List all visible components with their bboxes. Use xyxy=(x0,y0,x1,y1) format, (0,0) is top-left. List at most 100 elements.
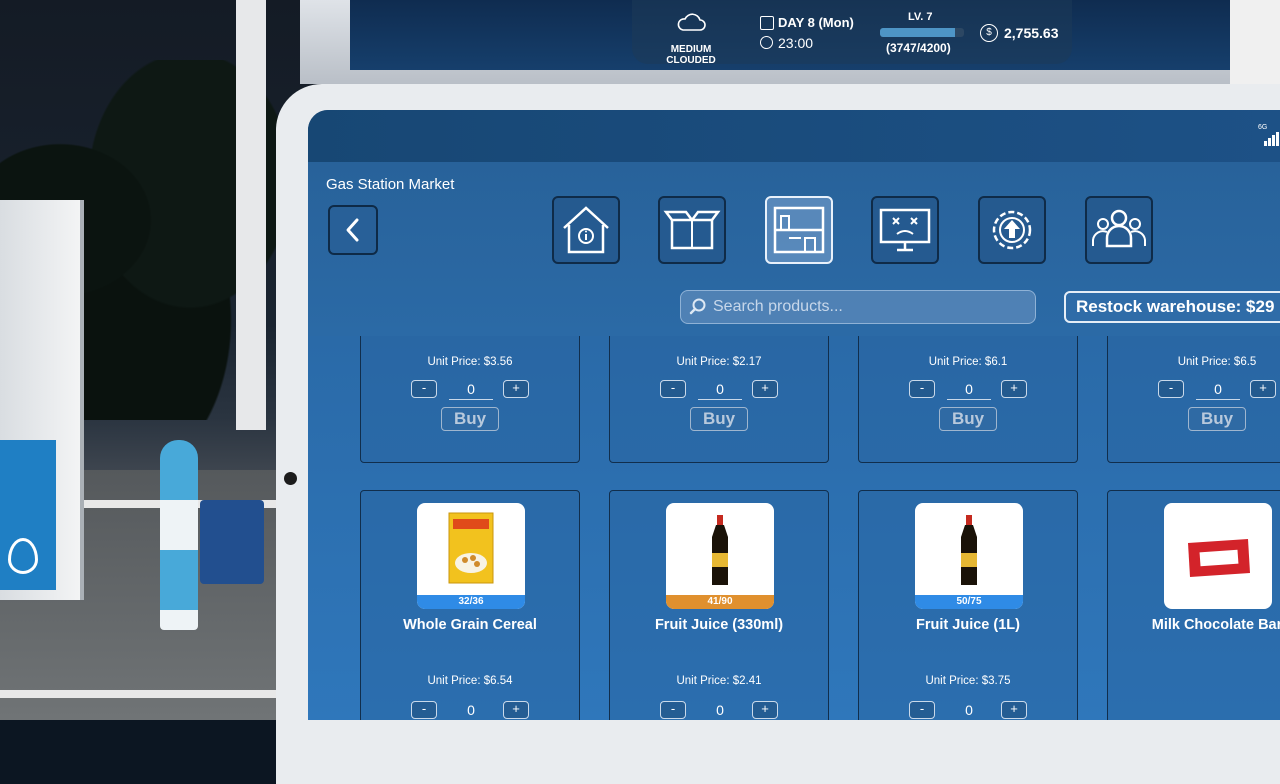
increase-qty-button[interactable]: + xyxy=(503,701,529,719)
nav-monitor-button[interactable] xyxy=(871,196,939,264)
product-name: Fruit Juice (330ml) xyxy=(654,617,784,633)
decrease-qty-button[interactable]: - xyxy=(660,380,686,398)
quantity-value[interactable]: 0 xyxy=(451,701,491,719)
canopy-post xyxy=(1230,0,1280,90)
unit-price: Unit Price: $3.75 xyxy=(925,675,1011,687)
increase-qty-button[interactable]: + xyxy=(1001,380,1027,398)
product-card: Milk Chocolate Bar xyxy=(1107,490,1280,720)
page-title: Gas Station Market xyxy=(326,176,455,193)
decrease-qty-button[interactable]: - xyxy=(660,701,686,719)
product-card: 50/75 Fruit Juice (1L) Unit Price: $3.75… xyxy=(858,490,1078,720)
cloud-icon xyxy=(677,13,706,31)
clock-icon xyxy=(760,36,773,49)
tablet-screen: 6G Gas Station Market Search products...… xyxy=(308,110,1280,720)
product-name: Fruit Juice (1L) xyxy=(916,617,1020,633)
box-icon xyxy=(663,210,721,250)
product-card: Unit Price: $2.17 - 0 + Buy xyxy=(609,336,829,463)
quantity-value[interactable]: 0 xyxy=(949,380,989,398)
increase-qty-button[interactable]: + xyxy=(752,701,778,719)
nav-products-button[interactable] xyxy=(658,196,726,264)
stock-badge: 50/75 xyxy=(915,595,1023,609)
back-button[interactable] xyxy=(328,205,378,255)
product-card: Unit Price: $6.5 - 0 + Buy xyxy=(1107,336,1280,463)
search-box[interactable] xyxy=(680,290,1036,324)
xp-label: (3747/4200) xyxy=(886,41,951,55)
buy-button[interactable]: Buy xyxy=(690,407,748,431)
quantity-stepper: - 0 + xyxy=(859,701,1077,720)
quantity-stepper: - 0 + xyxy=(1108,380,1280,400)
nav-info-button[interactable] xyxy=(552,196,620,264)
restock-warehouse-button[interactable]: Restock warehouse: $29 xyxy=(1064,291,1280,323)
buy-button[interactable]: Buy xyxy=(441,407,499,431)
monitor-icon xyxy=(879,208,931,252)
chevron-left-icon xyxy=(346,218,359,242)
shelf-icon xyxy=(773,206,825,254)
gear-upgrade-icon xyxy=(992,210,1032,250)
decrease-qty-button[interactable]: - xyxy=(909,701,935,719)
decrease-qty-button[interactable]: - xyxy=(909,380,935,398)
time-label: 23:00 xyxy=(778,35,814,51)
quantity-value[interactable]: 0 xyxy=(700,380,740,398)
quantity-value[interactable]: 0 xyxy=(1198,380,1238,398)
product-card: Unit Price: $6.1 - 0 + Buy xyxy=(858,336,1078,463)
decrease-qty-button[interactable]: - xyxy=(411,380,437,398)
xp-bar-fill xyxy=(880,28,955,37)
canopy-pillar xyxy=(236,0,266,430)
increase-qty-button[interactable]: + xyxy=(1250,380,1276,398)
unit-price: Unit Price: $3.56 xyxy=(427,356,513,368)
unit-price: Unit Price: $6.54 xyxy=(427,675,513,687)
decrease-qty-button[interactable]: - xyxy=(1158,380,1184,398)
stock-badge: 41/90 xyxy=(666,595,774,609)
chocolate-bar-icon xyxy=(1188,539,1250,577)
juice-bottle-icon xyxy=(961,515,977,585)
product-image: 50/75 xyxy=(915,503,1023,609)
product-card: 32/36 Whole Grain Cereal Unit Price: $6.… xyxy=(360,490,580,720)
bollard xyxy=(160,440,198,630)
unit-price: Unit Price: $2.17 xyxy=(676,356,762,368)
increase-qty-button[interactable]: + xyxy=(1001,701,1027,719)
buy-button[interactable]: Buy xyxy=(1188,407,1246,431)
search-icon xyxy=(689,298,706,315)
search-input[interactable] xyxy=(713,291,1023,323)
product-image xyxy=(1164,503,1272,609)
level-label: LV. 7 xyxy=(908,11,933,23)
stock-badge: 32/36 xyxy=(417,595,525,609)
nav-staff-button[interactable] xyxy=(1085,196,1153,264)
product-name: Milk Chocolate Bar xyxy=(1151,617,1280,633)
decrease-qty-button[interactable]: - xyxy=(411,701,437,719)
unit-price: Unit Price: $2.41 xyxy=(676,675,762,687)
increase-qty-button[interactable]: + xyxy=(752,380,778,398)
quantity-value[interactable]: 0 xyxy=(700,701,740,719)
market-header: Gas Station Market Search products... Re… xyxy=(308,162,1280,336)
quantity-value[interactable]: 0 xyxy=(451,380,491,398)
weather-label: MEDIUM CLOUDED xyxy=(666,44,716,66)
unit-price: Unit Price: $6.5 xyxy=(1177,356,1257,368)
product-image: 32/36 xyxy=(417,503,525,609)
status-bar: 6G xyxy=(308,110,1280,162)
product-card: Unit Price: $3.56 - 0 + Buy xyxy=(360,336,580,463)
fuel-drop-icon xyxy=(8,538,38,574)
product-card: 41/90 Fruit Juice (330ml) Unit Price: $2… xyxy=(609,490,829,720)
trash-bin xyxy=(200,500,264,584)
nav-shelves-button[interactable] xyxy=(765,196,833,264)
nav-upgrades-button[interactable] xyxy=(978,196,1046,264)
quantity-stepper: - 0 + xyxy=(610,380,828,400)
money-label: 2,755.63 xyxy=(1004,25,1059,41)
calendar-icon xyxy=(760,16,774,30)
quantity-stepper: - 0 + xyxy=(361,380,579,400)
unit-price: Unit Price: $6.1 xyxy=(928,356,1008,368)
people-icon xyxy=(1092,209,1146,248)
product-image: 41/90 xyxy=(666,503,774,609)
coin-icon: $ xyxy=(980,24,998,42)
increase-qty-button[interactable]: + xyxy=(503,380,529,398)
quantity-stepper: - 0 + xyxy=(361,701,579,720)
hud-panel: MEDIUM CLOUDED DAY 8 (Mon) 23:00 LV. 7 (… xyxy=(632,0,1072,66)
signal-icon: 6G xyxy=(1258,124,1279,146)
juice-bottle-icon xyxy=(712,515,728,585)
tablet-camera xyxy=(284,472,297,485)
product-name: Whole Grain Cereal xyxy=(403,617,537,633)
buy-button[interactable]: Buy xyxy=(939,407,997,431)
cereal-box-icon xyxy=(448,512,494,584)
quantity-value[interactable]: 0 xyxy=(949,701,989,719)
day-label: DAY 8 (Mon) xyxy=(778,15,854,30)
